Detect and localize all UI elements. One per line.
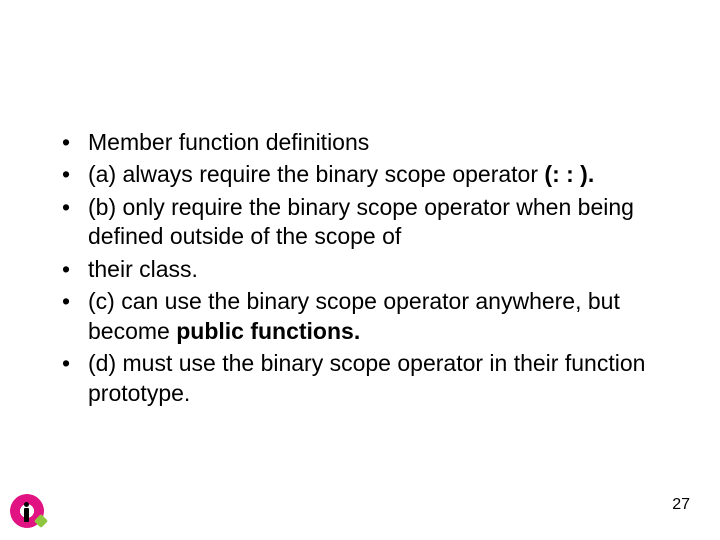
list-item: (a) always require the binary scope oper… — [60, 160, 670, 189]
bullet-text: Member function definitions — [88, 129, 369, 155]
list-item: (b) only require the binary scope operat… — [60, 193, 670, 252]
logo-i-stem — [24, 508, 29, 522]
bullet-list: Member function definitions (a) always r… — [60, 128, 670, 408]
logo-i-dot — [24, 502, 29, 507]
bullet-text: their class. — [88, 256, 198, 282]
bullet-bold: (: : ). — [544, 161, 594, 187]
list-item: their class. — [60, 255, 670, 284]
logo-icon — [10, 494, 44, 528]
bullet-bold: public functions. — [176, 318, 360, 344]
list-item: Member function definitions — [60, 128, 670, 157]
slide: Member function definitions (a) always r… — [0, 0, 720, 540]
list-item: (c) can use the binary scope operator an… — [60, 287, 670, 346]
bullet-text: (b) only require the binary scope operat… — [88, 194, 634, 249]
bullet-text: (d) must use the binary scope operator i… — [88, 350, 645, 405]
content-area: Member function definitions (a) always r… — [60, 128, 670, 411]
page-number: 27 — [672, 496, 690, 514]
list-item: (d) must use the binary scope operator i… — [60, 349, 670, 408]
bullet-text: (a) always require the binary scope oper… — [88, 161, 544, 187]
